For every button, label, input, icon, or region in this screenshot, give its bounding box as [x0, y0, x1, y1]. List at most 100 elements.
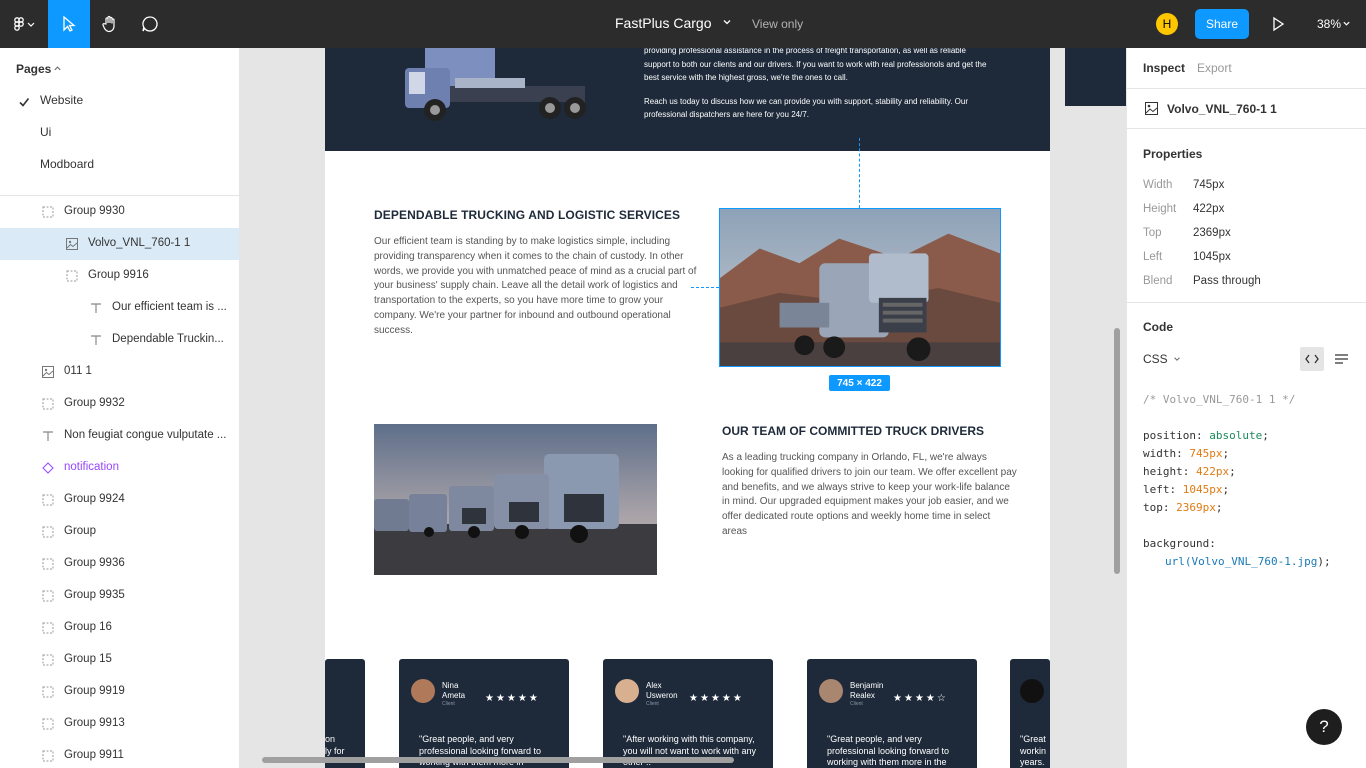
property-value[interactable]: Pass through: [1193, 275, 1261, 287]
page-item-ui[interactable]: Ui: [40, 125, 51, 139]
layer-name: Group 9936: [64, 557, 125, 569]
divider: [1127, 302, 1366, 303]
layer-row[interactable]: Group 9932: [0, 388, 239, 420]
layer-row[interactable]: Group 16: [0, 612, 239, 644]
code-function: url(: [1165, 555, 1192, 568]
property-value[interactable]: 745px: [1193, 179, 1224, 191]
layer-row[interactable]: Group 9924: [0, 484, 239, 516]
layer-row[interactable]: Non feugiat congue vulputate ...: [0, 420, 239, 452]
code-line: background:: [1143, 537, 1216, 550]
code-key: top:: [1143, 501, 1170, 514]
testimonial-card[interactable]: Alex Usweron Client ★★★★★ "After working wi…: [603, 659, 773, 768]
code-view-button[interactable]: [1300, 347, 1324, 371]
layer-row[interactable]: Group 9930: [0, 196, 239, 228]
layer-row[interactable]: Group 9935: [0, 580, 239, 612]
horizontal-scrollbar[interactable]: [262, 757, 734, 763]
layer-name: Group 15: [64, 653, 112, 665]
code-line: top: 2369px;: [1143, 501, 1223, 514]
layer-row[interactable]: Dependable Truckin...: [0, 324, 239, 356]
comment-tool-button[interactable]: [130, 0, 170, 48]
property-value[interactable]: 422px: [1193, 203, 1224, 215]
side-frame[interactable]: [1065, 48, 1126, 106]
vertical-scrollbar[interactable]: [1114, 328, 1120, 574]
chevron-down-icon[interactable]: [1173, 355, 1181, 363]
code-language-select[interactable]: CSS: [1143, 352, 1168, 366]
testimonial-card[interactable]: on ly for: [325, 659, 365, 768]
user-avatar[interactable]: H: [1156, 13, 1178, 35]
section-title[interactable]: DEPENDABLE TRUCKING AND LOGISTIC SERVICE…: [374, 208, 680, 222]
avatar: [411, 679, 435, 703]
layer-row[interactable]: Group 9919: [0, 676, 239, 708]
group-icon: [42, 590, 54, 602]
layer-row[interactable]: Group: [0, 516, 239, 548]
testimonial-card[interactable]: Benjamin Realex Client ★★★★☆ "Great people,…: [807, 659, 977, 768]
layer-row[interactable]: Group 9913: [0, 708, 239, 740]
tab-export[interactable]: Export: [1197, 61, 1232, 75]
group-icon: [42, 494, 54, 506]
list-view-button[interactable]: [1329, 347, 1353, 371]
code-value: 1045px: [1182, 483, 1223, 496]
layer-row[interactable]: Group 9936: [0, 548, 239, 580]
code-line: url(Volvo_VNL_760-1.jpg);: [1165, 555, 1331, 568]
website-frame[interactable]: providing professional assistance in the…: [325, 48, 1050, 768]
toolbar: FastPlus Cargo View only H Share 38%: [0, 0, 1366, 48]
present-play-icon[interactable]: [1270, 15, 1286, 33]
tab-inspect[interactable]: Inspect: [1143, 61, 1185, 75]
section-body[interactable]: As a leading trucking company in Orlando…: [722, 451, 1017, 540]
testimonial-card[interactable]: "Great workin years.: [1010, 659, 1050, 768]
layer-row[interactable]: notification: [0, 452, 239, 484]
volvo-truck-image[interactable]: [719, 208, 1001, 367]
testimonial-card[interactable]: Nina Ameta Client ★★★★★ "Great people, and …: [399, 659, 569, 768]
property-value[interactable]: 2369px: [1193, 227, 1231, 239]
page-item-modboard[interactable]: Modboard: [40, 157, 94, 171]
move-tool-button[interactable]: [48, 0, 90, 48]
layer-row[interactable]: 011 1: [0, 356, 239, 388]
star-rating: ★★★★☆: [893, 693, 948, 704]
card-quote: on ly for: [325, 734, 345, 756]
avatar: [1020, 679, 1044, 703]
canvas[interactable]: providing professional assistance in the…: [240, 48, 1126, 768]
client-role: Client: [850, 701, 863, 707]
page-item-website[interactable]: Website: [40, 93, 83, 107]
client-role: Client: [646, 701, 659, 707]
zoom-level[interactable]: 38%: [1317, 17, 1341, 31]
layer-name: 011 1: [64, 365, 92, 377]
text-icon: [90, 334, 102, 346]
layer-row[interactable]: Group 15: [0, 644, 239, 676]
star-rating: ★★★★★: [689, 693, 744, 704]
group-icon: [42, 654, 54, 666]
code-value: Volvo_VNL_760-1.jpg: [1191, 555, 1318, 568]
divider: [1127, 128, 1366, 129]
layer-name: Group 9919: [64, 685, 125, 697]
layer-row[interactable]: Group 9916: [0, 260, 239, 292]
layer-row[interactable]: Volvo_VNL_760-1 1: [0, 228, 239, 260]
truck-fleet-image[interactable]: [374, 424, 657, 575]
file-title[interactable]: FastPlus Cargo: [615, 15, 711, 31]
selected-layer-name: Volvo_VNL_760-1 1: [1167, 102, 1277, 116]
property-value[interactable]: 1045px: [1193, 251, 1231, 263]
chevron-down-icon[interactable]: [1342, 19, 1351, 28]
property-label: Width: [1143, 179, 1173, 191]
divider: [1127, 88, 1366, 89]
group-icon: [42, 686, 54, 698]
help-button[interactable]: ?: [1306, 709, 1342, 745]
layer-row[interactable]: Our efficient team is ...: [0, 292, 239, 324]
group-icon: [42, 622, 54, 634]
properties-heading: Properties: [1143, 147, 1203, 161]
chevron-down-icon[interactable]: [722, 17, 732, 27]
truck-image[interactable]: [395, 48, 593, 126]
code-key: width:: [1143, 447, 1183, 460]
layer-name: Group: [64, 525, 96, 537]
main-menu-button[interactable]: [0, 0, 48, 48]
group-icon: [42, 750, 54, 762]
section-body[interactable]: Our efficient team is standing by to mak…: [374, 235, 704, 339]
cursor-arrow-icon: [63, 16, 76, 32]
pages-heading[interactable]: Pages: [16, 62, 51, 76]
hand-tool-button[interactable]: [90, 0, 130, 48]
chevron-up-icon[interactable]: [53, 64, 62, 73]
section-title[interactable]: OUR TEAM OF COMMITTED TRUCK DRIVERS: [722, 424, 984, 438]
code-key: left:: [1143, 483, 1177, 496]
layer-row[interactable]: Group 9911: [0, 740, 239, 768]
code-punct: );: [1317, 555, 1331, 568]
share-button[interactable]: Share: [1195, 9, 1249, 39]
